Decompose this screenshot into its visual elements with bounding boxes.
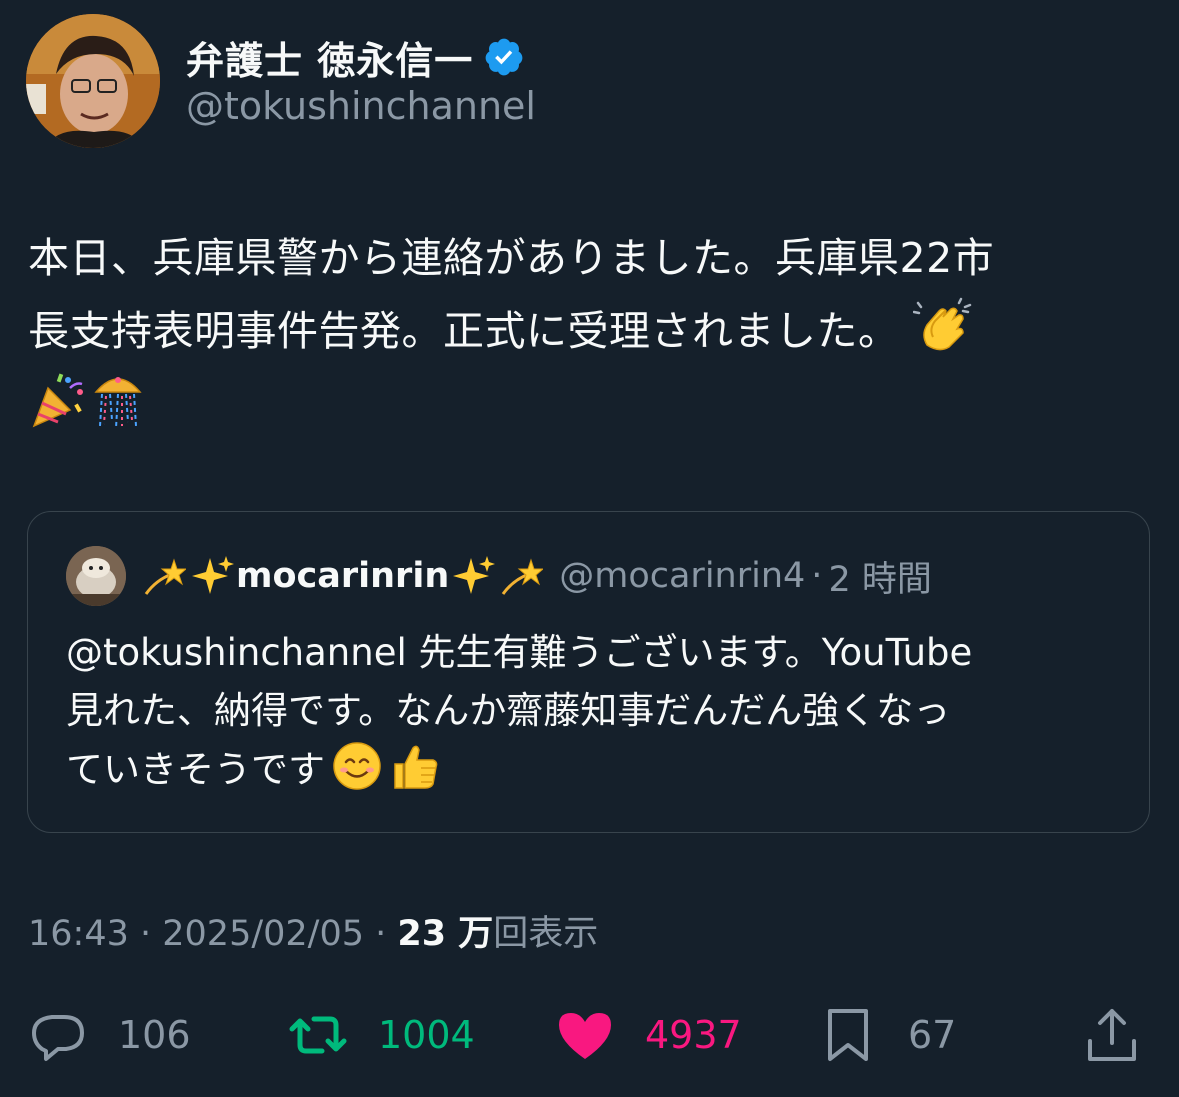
retweet-icon — [289, 1016, 347, 1054]
heart-icon — [559, 1013, 611, 1059]
quoted-time[interactable]: 2 時間 — [828, 551, 931, 602]
quoted-tweet[interactable]: mocarinrin @mocarinrin4 · 2 時間 @tokushin… — [27, 511, 1150, 833]
quoted-tweet-body: @tokushinchannel 先生有難うございます。YouTube 見れた、… — [66, 624, 1126, 799]
reply-count: 106 — [118, 1013, 191, 1057]
views-count: 23 万 — [397, 914, 494, 954]
meta-separator: · — [364, 914, 398, 954]
views-label: 回表示 — [493, 914, 599, 954]
tweet-line: 本日、兵庫県警から連絡がありました。兵庫県22市 — [28, 234, 995, 282]
author-handle[interactable]: @tokushinchannel — [186, 84, 536, 128]
quoted-line: ていきそうです — [66, 748, 325, 791]
sparkles-icon — [192, 556, 234, 594]
quoted-line: @tokushinchannel 先生有難うございます。YouTube — [66, 631, 973, 674]
meta-separator: · — [128, 914, 163, 954]
dizzy-icon — [144, 558, 186, 595]
tweet-meta: 16:43 · 2025/02/05 · 23 万回表示 — [28, 905, 598, 956]
tweet-emoji-line — [28, 368, 1153, 441]
action-bar: 106 1004 4937 67 — [0, 995, 1179, 1075]
quoted-handle[interactable]: @mocarinrin4 — [559, 556, 805, 596]
like-button[interactable]: 4937 — [555, 995, 742, 1075]
smiling-face-icon — [333, 742, 381, 790]
tweet-line: 長支持表明事件告発。正式に受理されました。 — [28, 307, 900, 355]
share-button[interactable] — [1082, 995, 1142, 1075]
tweet-detail: 弁護士 徳永信一 @tokushinchannel 本日、兵庫県警から連絡があり… — [0, 0, 1179, 1097]
like-count: 4937 — [645, 1013, 742, 1057]
tweet-time[interactable]: 16:43 — [28, 914, 129, 954]
quoted-author-avatar[interactable] — [66, 546, 126, 606]
author-display-name[interactable]: 弁護士 徳永信一 — [186, 30, 473, 85]
quoted-line: 見れた、納得です。なんか齋藤知事だんだん強くなっ — [66, 689, 951, 732]
quoted-line-with-emoji: ていきそうです — [66, 740, 1126, 799]
retweet-button[interactable]: 1004 — [288, 995, 475, 1075]
clapping-hands-icon — [913, 297, 972, 351]
thumbs-up-icon — [394, 745, 438, 789]
author-avatar[interactable] — [26, 14, 160, 148]
dizzy-icon — [502, 558, 544, 595]
tweet-date[interactable]: 2025/02/05 — [162, 914, 364, 954]
retweet-count: 1004 — [378, 1013, 475, 1057]
quoted-separator: · — [811, 556, 823, 596]
quoted-display-name-row[interactable]: mocarinrin — [140, 554, 545, 598]
quoted-tweet-header: mocarinrin @mocarinrin4 · 2 時間 — [66, 546, 932, 606]
party-popper-icon — [32, 373, 83, 428]
bookmark-count: 67 — [908, 1013, 957, 1057]
tweet-line-with-emoji: 長支持表明事件告発。正式に受理されました。 — [28, 295, 1153, 368]
bookmark-icon — [828, 1009, 868, 1061]
bookmark-button[interactable]: 67 — [818, 995, 956, 1075]
quoted-display-name[interactable]: mocarinrin — [236, 556, 449, 596]
tweet-body: 本日、兵庫県警から連絡がありました。兵庫県22市 長支持表明事件告発。正式に受理… — [28, 222, 1153, 441]
confetti-ball-icon — [94, 377, 142, 429]
author-name-row[interactable]: 弁護士 徳永信一 — [186, 30, 525, 84]
verified-badge-icon — [485, 38, 523, 76]
share-icon — [1088, 1009, 1136, 1061]
reply-button[interactable]: 106 — [28, 995, 191, 1075]
sparkles-icon — [453, 556, 496, 594]
reply-icon — [32, 1015, 84, 1061]
